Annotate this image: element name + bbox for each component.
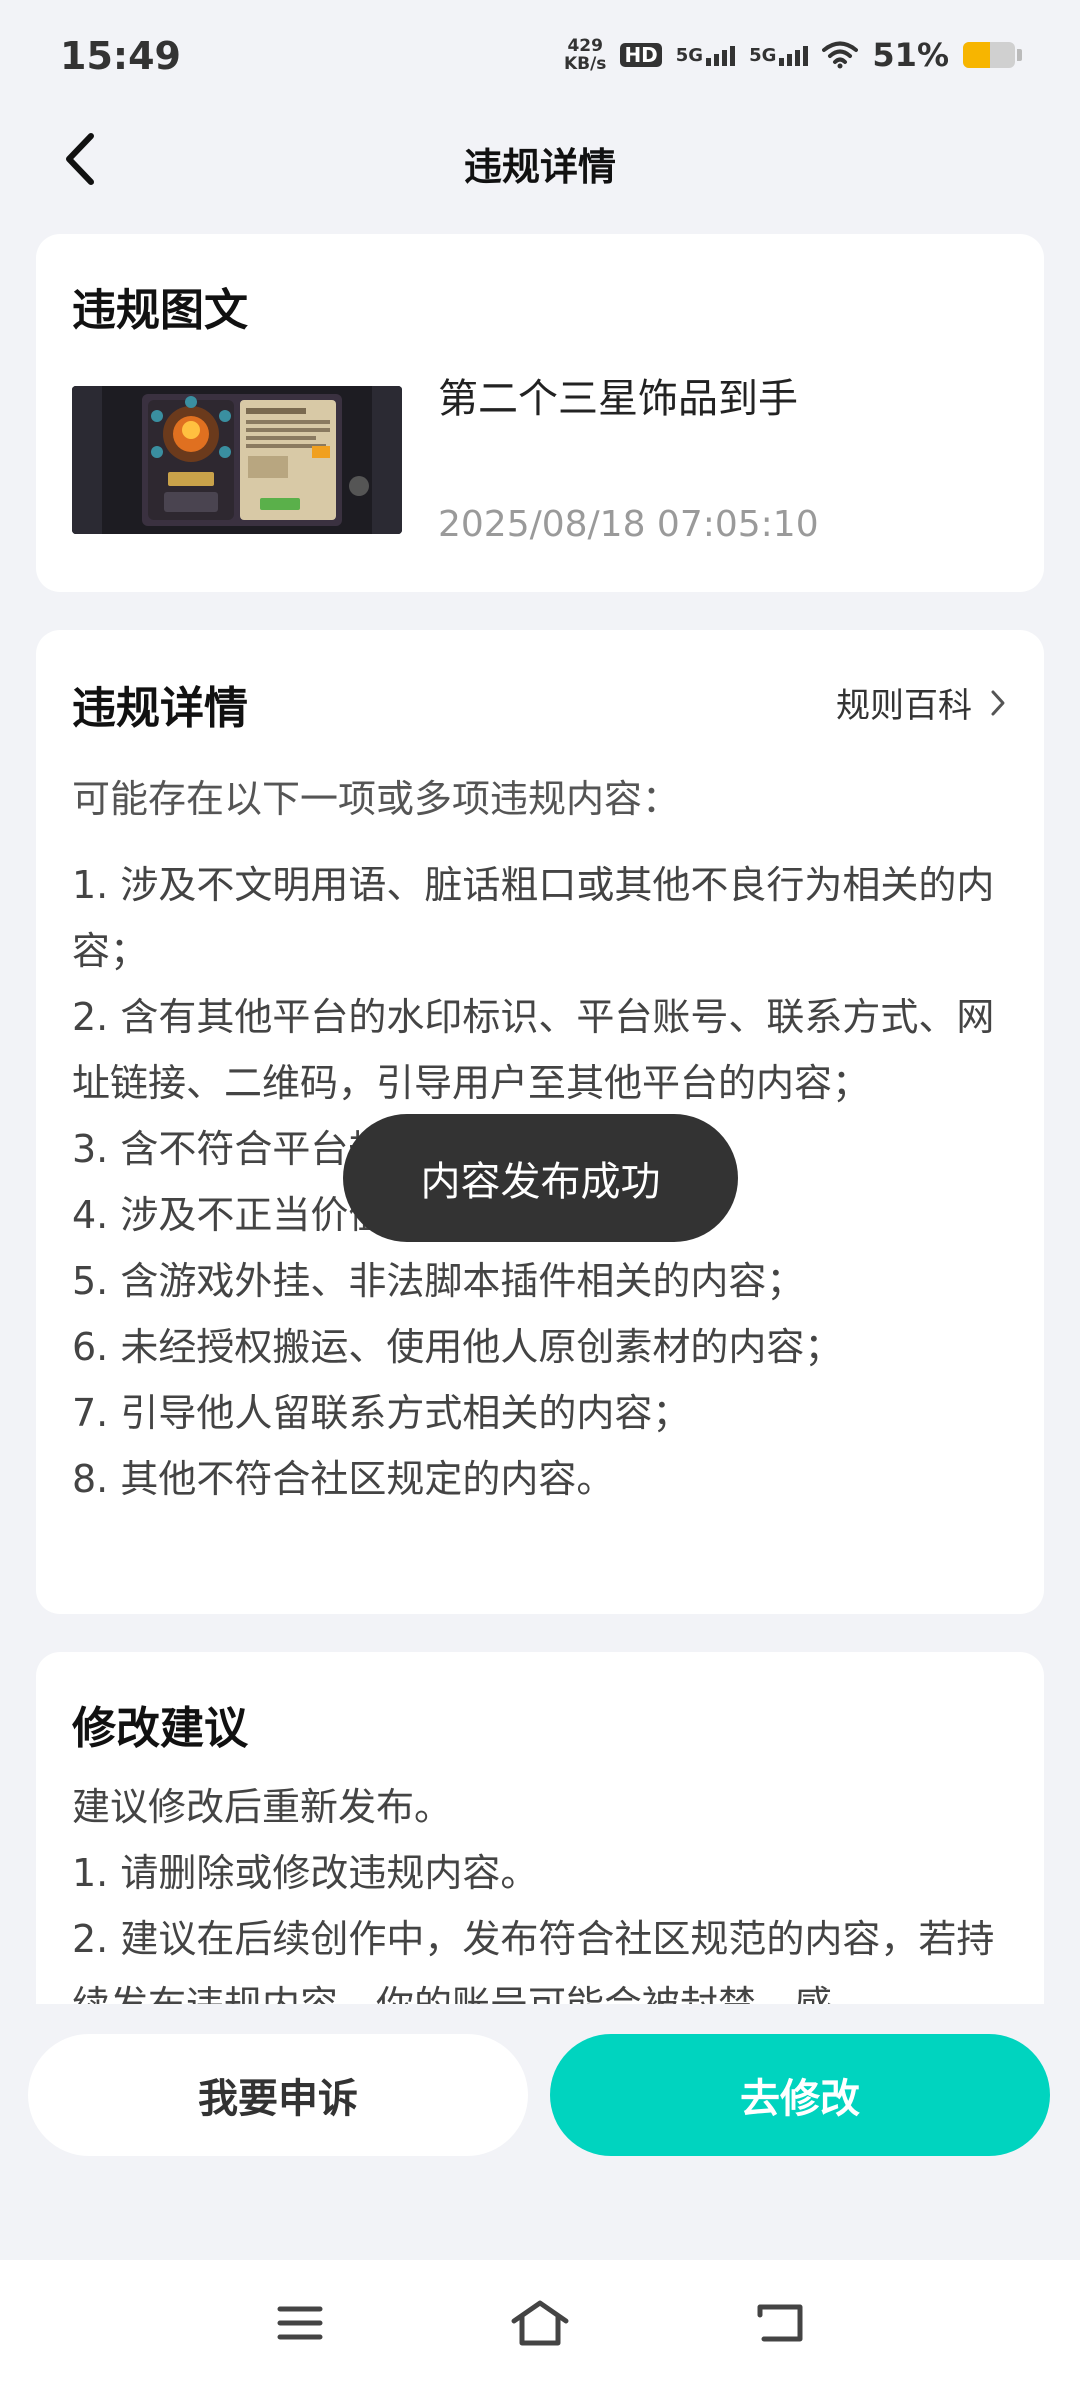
post-thumbnail[interactable]: [72, 386, 402, 534]
edit-button[interactable]: 去修改: [550, 2034, 1050, 2156]
signal-5g-icon-2: 5G: [749, 44, 809, 66]
rules-wiki-link[interactable]: 规则百科: [836, 678, 1006, 727]
battery-percent: 51%: [872, 36, 949, 74]
home-button[interactable]: [505, 2290, 575, 2356]
page-title: 违规详情: [463, 145, 616, 189]
rule-item: 8. 其他不符合社区规定的内容。: [72, 1457, 615, 1501]
suggestion-item: 1. 请删除或修改违规内容。: [72, 1851, 539, 1895]
post-title: 第二个三星饰品到手: [438, 376, 798, 422]
battery-icon: [963, 42, 1015, 68]
status-bar: 15:49 429 KB/s HD 5G 5G 51%: [0, 0, 1080, 120]
status-icons: 429 KB/s HD 5G 5G 51%: [564, 36, 1022, 74]
suggestion-card-title: 修改建议: [72, 1703, 248, 1754]
toast-message: 内容发布成功: [343, 1114, 738, 1242]
menu-icon: [277, 2306, 323, 2340]
rules-wiki-label: 规则百科: [836, 686, 972, 726]
battery-level: [963, 42, 990, 68]
hd-icon: HD: [620, 43, 662, 67]
rule-item: 6. 未经授权搬运、使用他人原创素材的内容；: [72, 1325, 843, 1369]
game-screenshot-image: [72, 386, 402, 534]
signal-5g-icon: 5G: [676, 44, 736, 66]
rule-item: 2. 含有其他平台的水印标识、平台账号、联系方式、网址链接、二维码，引导用户至其…: [72, 995, 995, 1105]
suggestion-item: 建议修改后重新发布。: [72, 1785, 453, 1829]
header: 违规详情: [0, 120, 1080, 200]
rule-item: 1. 涉及不文明用语、脏话粗口或其他不良行为相关的内容；: [72, 863, 995, 973]
suggestion-card: 修改建议 建议修改后重新发布。 1. 请删除或修改违规内容。 2. 建议在后续创…: [36, 1652, 1044, 2024]
chevron-right-icon: [991, 690, 1005, 715]
bottom-action-bar: 我要申诉 去修改: [0, 2004, 1080, 2260]
suggestion-list: 建议修改后重新发布。 1. 请删除或修改违规内容。 2. 建议在后续创作中，发布…: [72, 1774, 1022, 2024]
wifi-icon: [822, 41, 859, 69]
rule-item: 5. 含游戏外挂、非法脚本插件相关的内容；: [72, 1259, 805, 1303]
menu-button[interactable]: [265, 2290, 335, 2356]
network-speed: 429 KB/s: [563, 36, 607, 74]
violation-intro: 可能存在以下一项或多项违规内容：: [72, 777, 681, 821]
back-nav-button[interactable]: [745, 2290, 815, 2356]
appeal-button[interactable]: 我要申诉: [28, 2034, 528, 2156]
system-nav-bar: [0, 2260, 1080, 2388]
rule-item: 7. 引导他人留联系方式相关的内容；: [72, 1391, 691, 1435]
back-icon: [757, 2304, 803, 2342]
post-card-title: 违规图文: [72, 285, 248, 336]
status-time: 15:49: [60, 34, 181, 78]
post-card: 违规图文 第二个三星饰品到手 2025/08/18 07:05:10: [36, 234, 1044, 592]
home-icon: [511, 2300, 569, 2346]
post-date: 2025/08/18 07:05:10: [438, 504, 819, 545]
violation-card-title: 违规详情: [72, 683, 248, 734]
